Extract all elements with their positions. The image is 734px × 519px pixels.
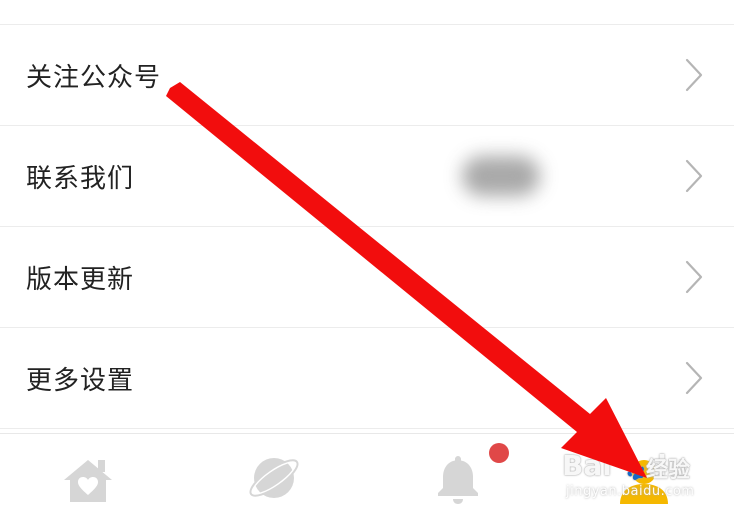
chevron-right-icon — [685, 159, 703, 193]
menu-item-label: 版本更新 — [26, 264, 135, 295]
planet-icon — [249, 458, 299, 498]
tab-notifications[interactable] — [428, 448, 488, 508]
watermark-jingyan: 经验 — [646, 458, 691, 483]
settings-menu: 关注公众号 联系我们 版本更新 更多设置 — [0, 25, 734, 429]
blurred-contact-value — [462, 156, 540, 196]
menu-item-more-settings[interactable]: 更多设置 — [0, 328, 734, 429]
bell-icon — [438, 456, 478, 504]
chevron-right-icon — [685, 361, 703, 395]
menu-item-contact-us[interactable]: 联系我们 — [0, 126, 734, 227]
menu-item-label: 关注公众号 — [26, 62, 162, 93]
chevron-right-icon — [685, 260, 703, 294]
menu-item-version-update[interactable]: 版本更新 — [0, 227, 734, 328]
top-strip — [0, 0, 734, 25]
home-icon — [64, 460, 112, 502]
notification-badge — [489, 443, 509, 463]
chevron-right-icon — [685, 58, 703, 92]
menu-item-label: 更多设置 — [26, 365, 135, 396]
menu-item-label: 联系我们 — [26, 163, 135, 194]
tab-home[interactable] — [58, 448, 118, 508]
menu-item-follow-official-account[interactable]: 关注公众号 — [0, 25, 734, 126]
watermark-url: jingyan.baidu.com — [566, 484, 695, 499]
tab-explore[interactable] — [244, 448, 304, 508]
